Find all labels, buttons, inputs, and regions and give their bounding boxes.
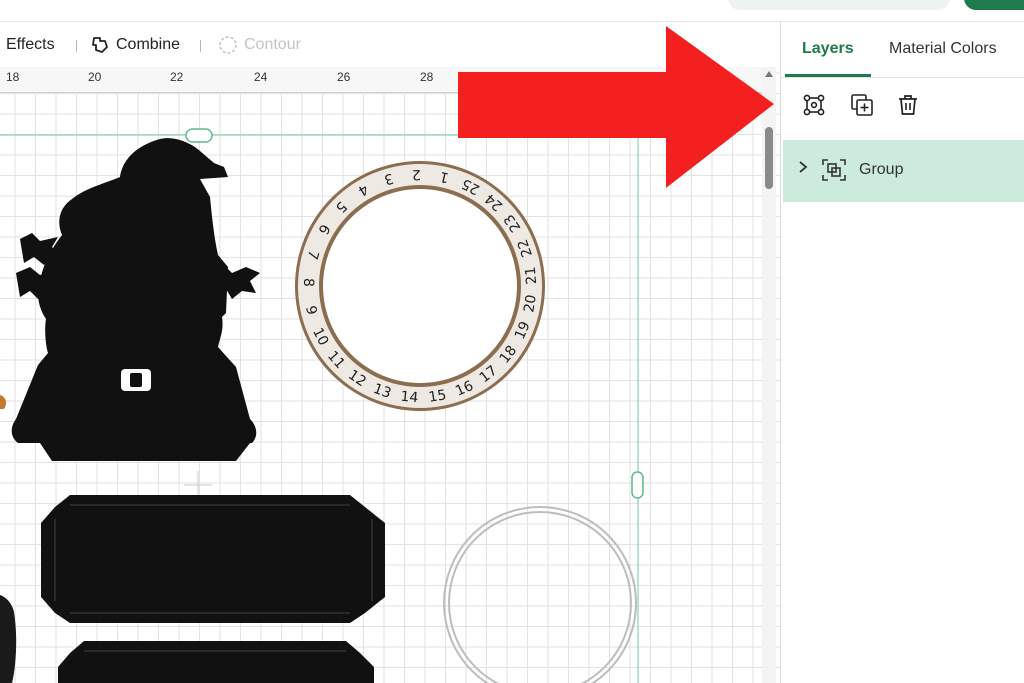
panel-tabs: Layers Material Colors	[781, 22, 1024, 78]
duplicate-icon[interactable]	[849, 92, 875, 118]
contour-icon	[218, 35, 238, 55]
dial-number: 8	[300, 278, 316, 287]
toolbar-divider	[200, 40, 201, 52]
number-dial: 12345678910111213 14 15 1617181920212223242…	[295, 161, 545, 411]
tab-layers[interactable]: Layers	[802, 40, 854, 58]
top-bar	[0, 0, 1024, 22]
effects-label: Effects	[6, 36, 55, 53]
toolbar-divider	[76, 40, 77, 52]
group-icon	[821, 158, 847, 187]
chevron-right-icon[interactable]	[797, 160, 809, 179]
resize-handle-right	[631, 471, 644, 499]
orange-shape-edge	[0, 395, 7, 409]
combine-icon	[90, 35, 110, 55]
contour-button[interactable]: Contour	[218, 35, 301, 55]
effects-button[interactable]: Effects	[6, 36, 55, 54]
app-window: Effects Combine Contour 18 20 22 24 26 2…	[0, 0, 1024, 683]
delete-icon[interactable]	[895, 92, 921, 118]
dial-number: 15	[428, 387, 448, 406]
layer-row-group[interactable]: Group	[783, 140, 1024, 202]
combine-button[interactable]: Combine	[90, 35, 180, 55]
top-search-pill[interactable]	[728, 0, 950, 10]
red-arrow-annotation	[458, 26, 774, 188]
top-action-button[interactable]	[964, 0, 1024, 10]
dial-number: 2	[412, 166, 421, 182]
tab-material-colors[interactable]: Material Colors	[889, 40, 997, 58]
ungroup-icon[interactable]	[801, 92, 827, 118]
active-tab-indicator	[785, 74, 871, 77]
dial-number: 21	[523, 266, 541, 285]
combine-label: Combine	[116, 36, 181, 53]
outline-ring-shape	[443, 506, 637, 683]
layer-label: Group	[859, 161, 904, 178]
dial-number: 20	[521, 294, 540, 314]
dial-number: 14	[400, 389, 419, 407]
gnome-buckle-inner	[130, 373, 142, 387]
contour-label: Contour	[244, 36, 301, 53]
layers-panel: Layers Material Colors Group	[780, 22, 1024, 683]
resize-handle-top	[185, 128, 213, 143]
layer-actions	[781, 78, 1024, 132]
label-plaque-shape	[41, 495, 385, 683]
